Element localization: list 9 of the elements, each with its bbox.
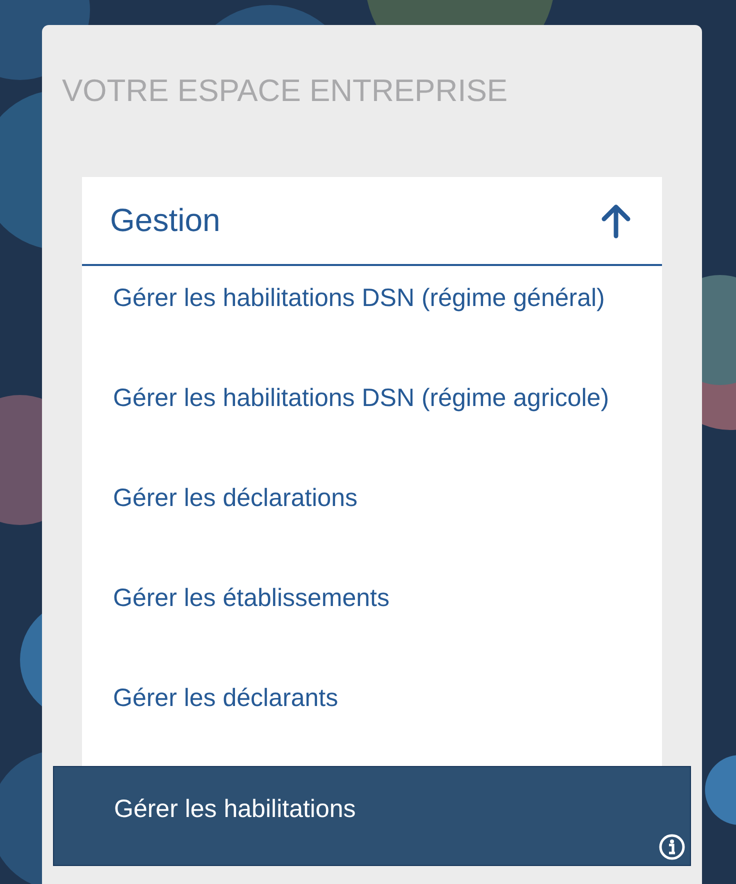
info-icon[interactable] bbox=[658, 833, 686, 861]
menu-item[interactable]: Gérer les déclarants bbox=[82, 666, 662, 766]
menu-item[interactable]: Gérer les habilitations DSN (régime agricole) bbox=[82, 366, 662, 466]
menu-item[interactable]: Gérer les déclarations bbox=[82, 466, 662, 566]
menu-item[interactable]: Gérer les établissements bbox=[82, 566, 662, 666]
arrow-up-icon bbox=[600, 202, 632, 238]
menu-item[interactable]: Gérer les habilitations DSN (régime général) bbox=[82, 266, 662, 366]
panel-title: VOTRE ESPACE ENTREPRISE bbox=[62, 72, 509, 110]
menu-item[interactable]: Gérer les habilitations bbox=[53, 766, 691, 866]
